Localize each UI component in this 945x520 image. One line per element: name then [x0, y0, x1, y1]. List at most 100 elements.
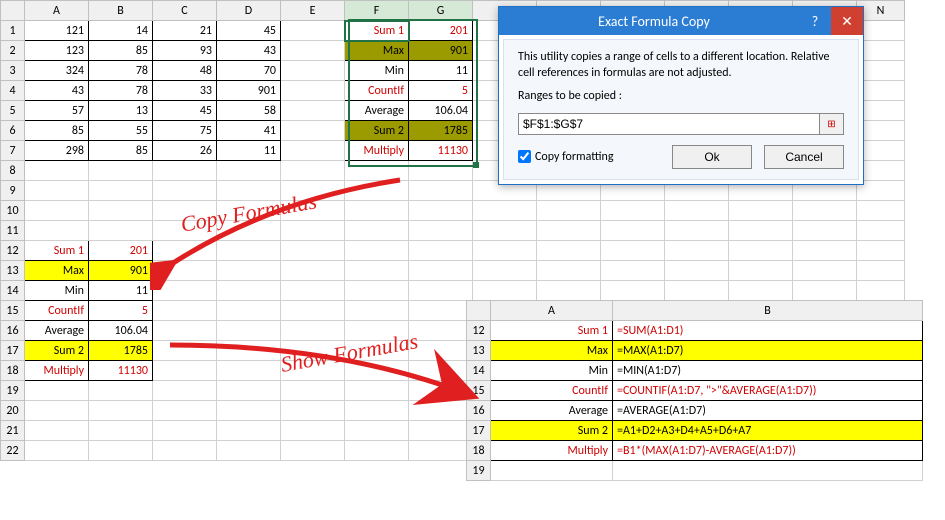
formula-label-cell[interactable]: Multiply — [491, 441, 613, 461]
cell[interactable] — [89, 381, 153, 401]
cell[interactable] — [281, 101, 345, 121]
formula-col-A[interactable]: A — [491, 301, 613, 321]
cell[interactable]: Max — [25, 261, 89, 281]
formula-row-head[interactable]: 12 — [467, 321, 491, 341]
cell[interactable] — [153, 421, 217, 441]
cell[interactable] — [345, 401, 409, 421]
cell[interactable] — [409, 281, 473, 301]
cell[interactable] — [409, 441, 473, 461]
cell[interactable] — [89, 201, 153, 221]
cell[interactable] — [537, 261, 601, 281]
cell[interactable] — [217, 161, 281, 181]
cell[interactable] — [153, 201, 217, 221]
cell[interactable] — [25, 161, 89, 181]
cell[interactable] — [857, 281, 905, 301]
cell[interactable] — [537, 241, 601, 261]
cell[interactable] — [409, 401, 473, 421]
ok-button[interactable]: Ok — [672, 145, 752, 169]
range-input[interactable] — [518, 113, 820, 135]
cell[interactable] — [409, 341, 473, 361]
formula-label-cell[interactable] — [491, 461, 613, 481]
row-head-6[interactable]: 6 — [1, 121, 25, 141]
cell[interactable]: 58 — [217, 101, 281, 121]
row-head-15[interactable]: 15 — [1, 301, 25, 321]
cell[interactable] — [281, 21, 345, 41]
cell[interactable] — [537, 221, 601, 241]
cell[interactable] — [665, 221, 729, 241]
cell[interactable] — [601, 241, 665, 261]
cell[interactable] — [473, 241, 537, 261]
cell[interactable] — [473, 221, 537, 241]
row-head-19[interactable]: 19 — [1, 381, 25, 401]
row-head-20[interactable]: 20 — [1, 401, 25, 421]
cancel-button[interactable]: Cancel — [764, 145, 844, 169]
cell[interactable] — [345, 161, 409, 181]
cell[interactable] — [729, 261, 793, 281]
cell[interactable] — [281, 321, 345, 341]
cell[interactable] — [217, 301, 281, 321]
cell[interactable] — [409, 321, 473, 341]
cell[interactable]: 123 — [25, 41, 89, 61]
cell[interactable] — [25, 221, 89, 241]
cell[interactable] — [409, 421, 473, 441]
row-head-5[interactable]: 5 — [1, 101, 25, 121]
cell[interactable]: 41 — [217, 121, 281, 141]
cell[interactable] — [601, 261, 665, 281]
cell[interactable] — [857, 221, 905, 241]
cell[interactable] — [601, 281, 665, 301]
cell[interactable] — [409, 181, 473, 201]
cell[interactable] — [473, 281, 537, 301]
cell[interactable] — [217, 321, 281, 341]
cell[interactable] — [217, 181, 281, 201]
cell[interactable]: 11 — [89, 281, 153, 301]
cell[interactable] — [281, 61, 345, 81]
row-head-17[interactable]: 17 — [1, 341, 25, 361]
cell[interactable] — [153, 161, 217, 181]
cell[interactable]: Multiply — [25, 361, 89, 381]
cell[interactable] — [89, 181, 153, 201]
formula-value-cell[interactable] — [613, 461, 923, 481]
cell[interactable] — [409, 161, 473, 181]
cell[interactable] — [729, 201, 793, 221]
cell[interactable]: Min — [25, 281, 89, 301]
cell[interactable]: Sum 1 — [345, 21, 409, 41]
cell[interactable] — [665, 261, 729, 281]
cell[interactable] — [281, 281, 345, 301]
cell[interactable] — [281, 421, 345, 441]
cell[interactable] — [409, 361, 473, 381]
col-A[interactable]: A — [25, 1, 89, 21]
cell[interactable]: 55 — [89, 121, 153, 141]
cell[interactable] — [153, 381, 217, 401]
formula-row-head[interactable]: 14 — [467, 361, 491, 381]
cell[interactable] — [281, 121, 345, 141]
cell[interactable] — [345, 241, 409, 261]
cell[interactable] — [345, 381, 409, 401]
cell[interactable] — [217, 221, 281, 241]
formula-value-cell[interactable]: =AVERAGE(A1:D7) — [613, 401, 923, 421]
cell[interactable] — [153, 181, 217, 201]
row-head-10[interactable]: 10 — [1, 201, 25, 221]
col-D[interactable]: D — [217, 1, 281, 21]
cell[interactable]: 75 — [153, 121, 217, 141]
cell[interactable] — [153, 341, 217, 361]
cell[interactable]: CountIf — [345, 81, 409, 101]
formula-label-cell[interactable]: Average — [491, 401, 613, 421]
formula-row-head[interactable]: 16 — [467, 401, 491, 421]
row-head-21[interactable]: 21 — [1, 421, 25, 441]
cell[interactable] — [217, 441, 281, 461]
cell[interactable] — [89, 401, 153, 421]
cell[interactable] — [345, 341, 409, 361]
formula-col-B[interactable]: B — [613, 301, 923, 321]
cell[interactable] — [345, 201, 409, 221]
cell[interactable] — [89, 421, 153, 441]
cell[interactable] — [281, 381, 345, 401]
cell[interactable]: 901 — [89, 261, 153, 281]
formula-row-head[interactable]: 19 — [467, 461, 491, 481]
cell[interactable]: Sum 2 — [345, 121, 409, 141]
cell[interactable] — [25, 181, 89, 201]
cell[interactable] — [217, 421, 281, 441]
cell[interactable] — [857, 201, 905, 221]
cell[interactable]: 48 — [153, 61, 217, 81]
cell[interactable]: Min — [345, 61, 409, 81]
cell[interactable]: Sum 1 — [25, 241, 89, 261]
